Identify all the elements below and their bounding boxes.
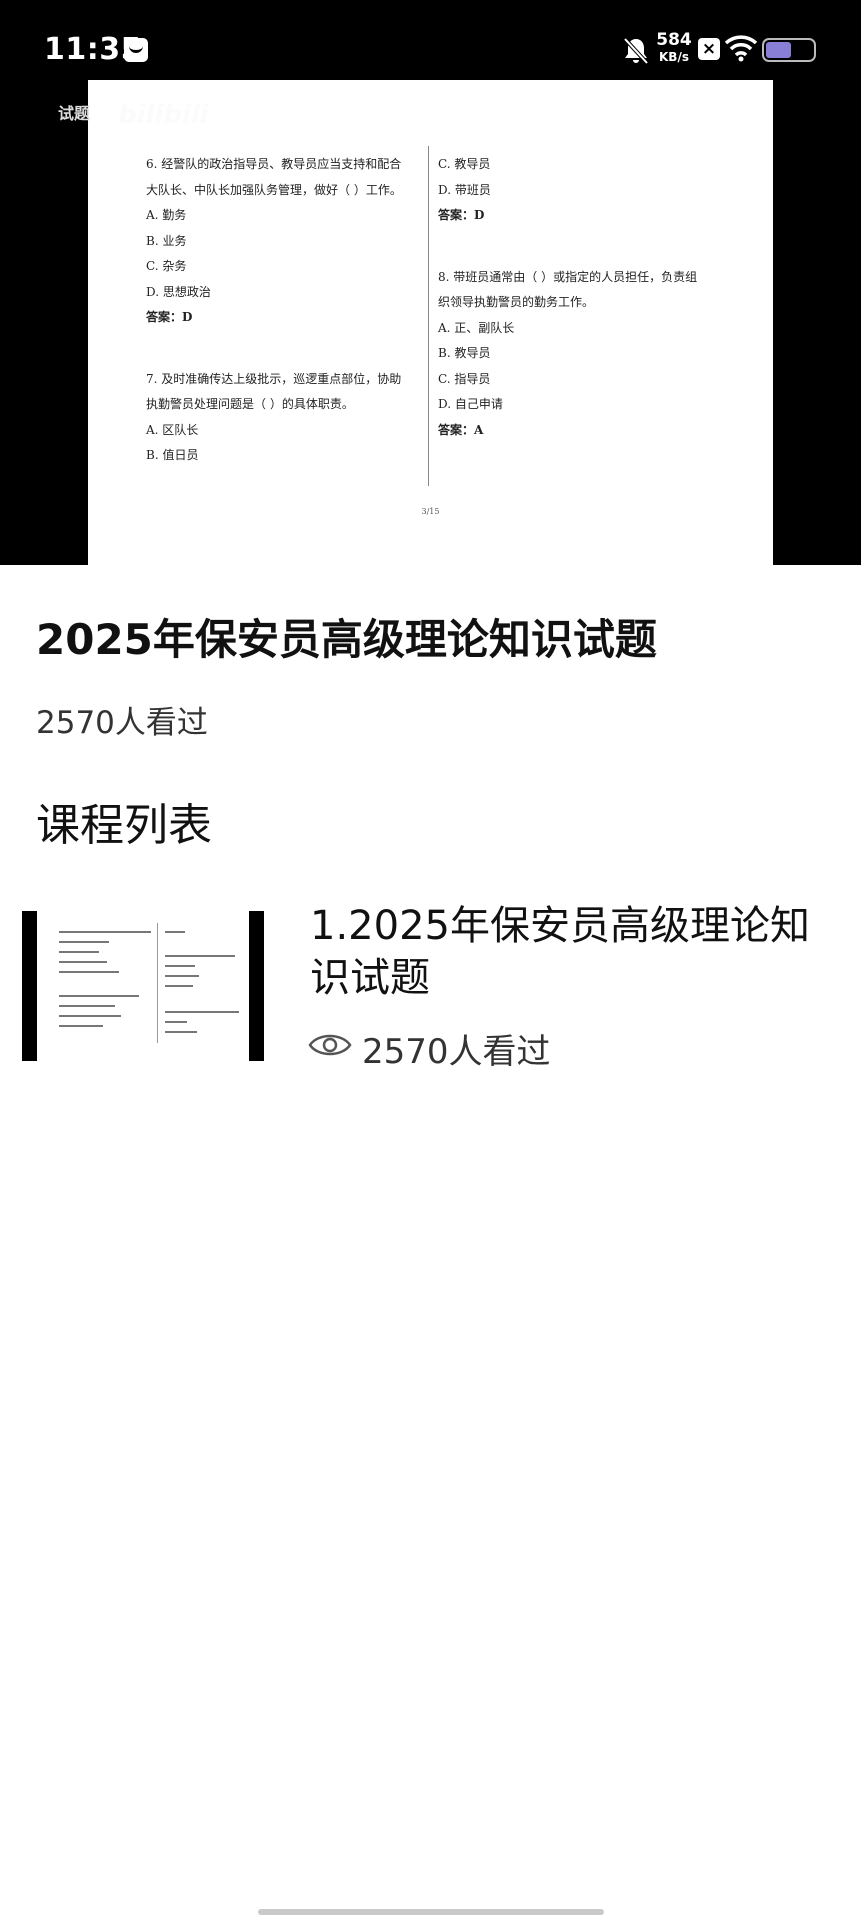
- x-app-icon: ×: [698, 38, 720, 60]
- document-text-line: 7. 及时准确传达上级批示，巡逻重点部位，协助: [146, 371, 402, 386]
- thumbnail-text-line: [165, 1011, 239, 1013]
- document-text-line: D. 思想政治: [146, 284, 211, 299]
- document-text-line: C. 杂务: [146, 259, 187, 273]
- document-answer-line: 答案：D: [438, 208, 485, 222]
- course-title[interactable]: 1.2025年保安员高级理论知识试题: [310, 900, 830, 1004]
- thumbnail-text-line: [165, 1021, 187, 1023]
- document-text-line: A. 勤务: [146, 208, 187, 222]
- view-count: 2570人看过: [36, 705, 208, 741]
- document-text-line: C. 指导员: [438, 371, 491, 386]
- document-left-column: 6. 经警队的政治指导员、教导员应当支持和配合 大队长、中队长加强队务管理，做好（…: [146, 152, 438, 469]
- video-player[interactable]: 6. 经警队的政治指导员、教导员应当支持和配合 大队长、中队长加强队务管理，做好（…: [0, 80, 861, 565]
- document-answer-line: 答案：D: [146, 310, 193, 324]
- bell-off-icon: [623, 37, 649, 65]
- network-speed-unit: KB/s: [659, 50, 689, 64]
- thumbnail-text-line: [165, 955, 235, 957]
- document-column-divider: [428, 146, 429, 486]
- document-answer-line: 答案：A: [438, 422, 484, 437]
- battery-level: [766, 42, 792, 58]
- network-speed-value: 584: [656, 30, 692, 50]
- page-title: 2025年保安员高级理论知识试题: [36, 615, 657, 664]
- course-thumbnail: [22, 911, 264, 1061]
- document-text-line: 大队长、中队长加强队务管理，做好（ ）工作。: [146, 182, 402, 197]
- home-indicator[interactable]: [258, 1909, 604, 1915]
- thumbnail-text-line: [59, 931, 151, 933]
- document-text-line: B. 教导员: [438, 346, 491, 360]
- document-text-line: 织领导执勤警员的勤务工作。: [438, 295, 595, 309]
- document-text-line: 8. 带班员通常由（ ）或指定的人员担任，负责组: [438, 269, 698, 284]
- document-spacer: [438, 229, 738, 265]
- section-title-course-list: 课程列表: [36, 800, 212, 851]
- document-text-line: 执勤警员处理问题是（ ）的具体职责。: [146, 397, 354, 411]
- document-text-line: 6. 经警队的政治指导员、教导员应当支持和配合: [146, 157, 402, 171]
- thumbnail-text-line: [165, 1031, 197, 1033]
- thumbnail-text-line: [59, 995, 139, 997]
- document-right-column: C. 教导员 D. 带班员 答案：D 8. 带班员通常由（ ）或指定的人员担任，负责组…: [438, 152, 738, 443]
- thumbnail-text-line: [59, 1005, 115, 1007]
- document-page-number: 3/15: [421, 507, 440, 516]
- thumbnail-text-line: [59, 1025, 103, 1027]
- battery-icon: [762, 38, 816, 62]
- watermark: bilibili: [118, 100, 209, 130]
- thumbnail-text-line: [59, 961, 107, 963]
- document-text-line: B. 业务: [146, 233, 187, 248]
- document-text-line: A. 区队长: [146, 422, 199, 437]
- course-view-count: 2570人看过: [362, 1032, 551, 1072]
- course-list-item[interactable]: 1.2025年保安员高级理论知识试题 2570人看过: [0, 900, 861, 1072]
- eye-icon: [308, 1034, 352, 1056]
- message-icon: [124, 38, 148, 62]
- document-text-line: C. 教导员: [438, 157, 491, 171]
- document-text-line: D. 自己申请: [438, 397, 503, 411]
- thumbnail-text-line: [165, 985, 193, 987]
- document-text-line: D. 带班员: [438, 182, 491, 197]
- thumbnail-text-line: [59, 1015, 121, 1017]
- wifi-icon: [724, 35, 758, 62]
- document-text-line: A. 正、副队长: [438, 320, 515, 335]
- document-spacer: [146, 331, 438, 367]
- thumbnail-text-line: [59, 951, 99, 953]
- thumbnail-divider: [157, 923, 158, 1043]
- thumbnail-page: [37, 911, 249, 1061]
- document-text-line: B. 值日员: [146, 448, 199, 462]
- thumbnail-text-line: [165, 931, 185, 933]
- thumbnail-text-line: [165, 965, 195, 967]
- thumbnail-text-line: [59, 941, 109, 943]
- player-title: 试题: [58, 104, 91, 123]
- thumbnail-text-line: [59, 971, 119, 973]
- document-page: 6. 经警队的政治指导员、教导员应当支持和配合 大队长、中队长加强队务管理，做好（…: [88, 80, 773, 565]
- network-speed: 584 KB/s: [656, 32, 692, 66]
- thumbnail-text-line: [165, 975, 199, 977]
